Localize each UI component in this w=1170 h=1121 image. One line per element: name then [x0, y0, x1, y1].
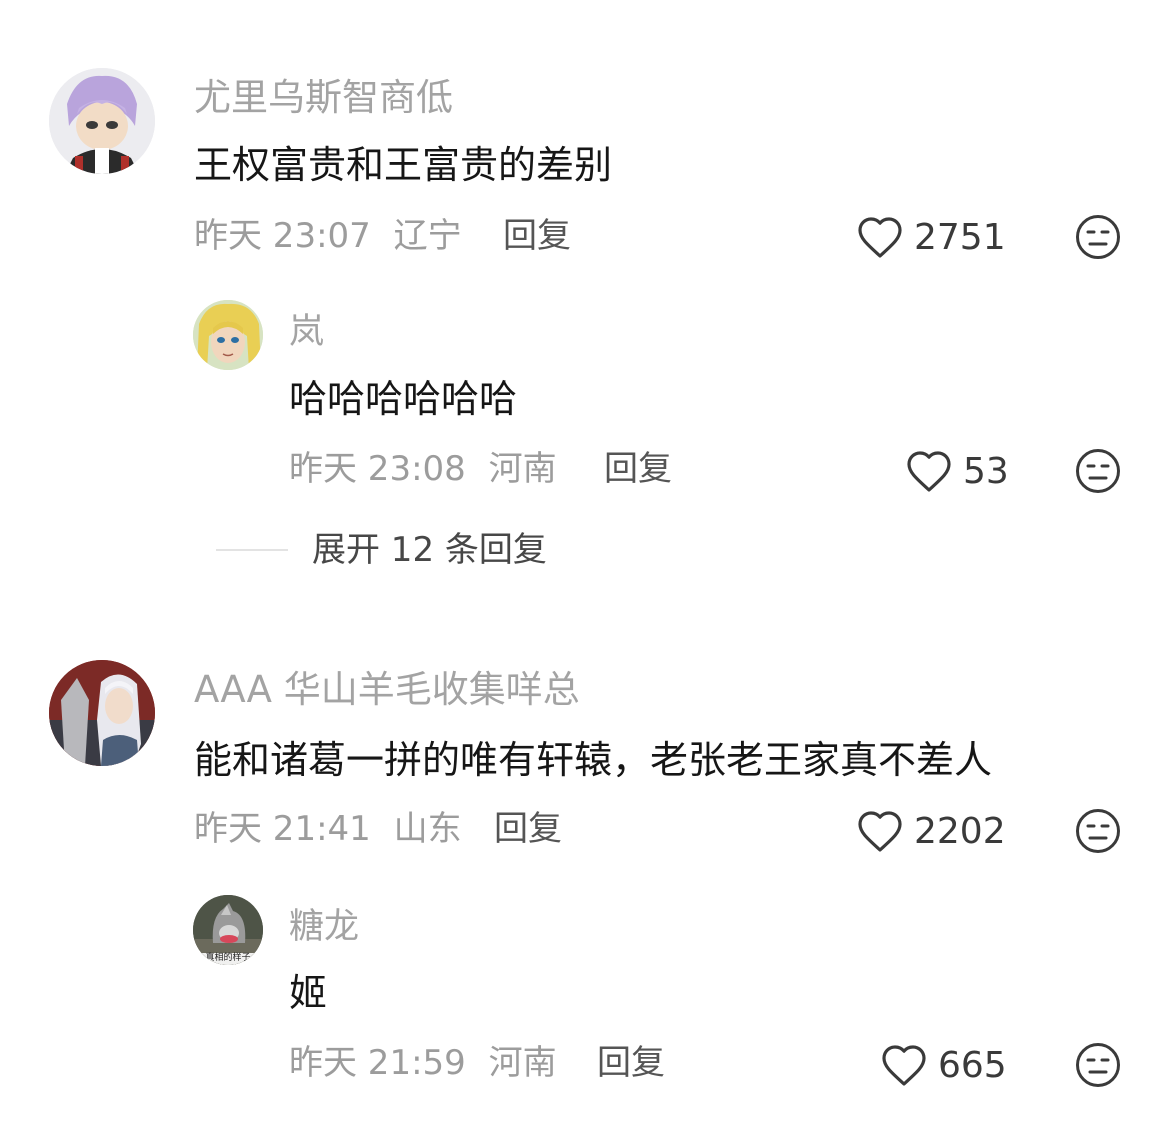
unamused-face-icon[interactable]: [1075, 808, 1121, 854]
avatar[interactable]: [49, 660, 155, 766]
username[interactable]: 尤里乌斯智商低: [194, 76, 453, 120]
like-count: 2751: [914, 216, 1006, 258]
like-count: 53: [963, 450, 1009, 492]
like-button[interactable]: 53: [905, 446, 1009, 496]
expand-replies-label[interactable]: 展开 12 条回复: [312, 530, 547, 570]
comment-location: 山东: [393, 809, 462, 849]
divider: [216, 549, 288, 551]
comment-time: 昨天 21:59: [289, 1043, 466, 1083]
reply-button[interactable]: 回复: [604, 449, 672, 489]
avatar[interactable]: [193, 300, 263, 370]
comment-time: 昨天 23:08: [289, 449, 466, 489]
username[interactable]: 糖龙: [289, 905, 359, 949]
comment-meta: 昨天 23:08 河南: [289, 449, 557, 489]
heart-outline-icon: [907, 451, 951, 492]
avatar[interactable]: 真相的样子: [193, 895, 263, 965]
like-button[interactable]: 2751: [856, 212, 1006, 262]
heart-outline-icon: [858, 217, 902, 258]
avatar-caption: 真相的样子: [205, 953, 251, 963]
comment-meta: 昨天 21:41 山东: [194, 809, 462, 849]
comment-location: 河南: [488, 1043, 557, 1083]
comment-text: 能和诸葛一拼的唯有轩辕，老张老王家真不差人: [194, 738, 993, 782]
like-button[interactable]: 665: [880, 1040, 1007, 1090]
unamused-face-icon[interactable]: [1075, 1042, 1121, 1088]
comment-text: 王权富贵和王富贵的差别: [194, 143, 613, 187]
heart-outline-icon: [882, 1045, 926, 1086]
reply-button[interactable]: 回复: [597, 1043, 665, 1083]
like-count: 665: [938, 1044, 1007, 1086]
username[interactable]: 岚: [289, 310, 324, 354]
like-button[interactable]: 2202: [856, 806, 1006, 856]
comment-location: 辽宁: [393, 216, 462, 256]
avatar[interactable]: [49, 68, 155, 174]
like-count: 2202: [914, 810, 1006, 852]
username[interactable]: AAA 华山羊毛收集咩总: [194, 668, 580, 712]
comment-text: 姬: [289, 971, 328, 1015]
reply-button[interactable]: 回复: [494, 809, 562, 849]
reply-button[interactable]: 回复: [503, 216, 571, 256]
unamused-face-icon[interactable]: [1075, 448, 1121, 494]
comment-text: 哈哈哈哈哈哈: [289, 377, 518, 421]
unamused-face-icon[interactable]: [1075, 214, 1121, 260]
comment-time: 昨天 23:07: [194, 216, 371, 256]
comment-meta: 昨天 21:59 河南: [289, 1043, 557, 1083]
comment-location: 河南: [488, 449, 557, 489]
comment-time: 昨天 21:41: [194, 809, 371, 849]
heart-outline-icon: [858, 811, 902, 852]
comment-meta: 昨天 23:07 辽宁: [194, 216, 462, 256]
